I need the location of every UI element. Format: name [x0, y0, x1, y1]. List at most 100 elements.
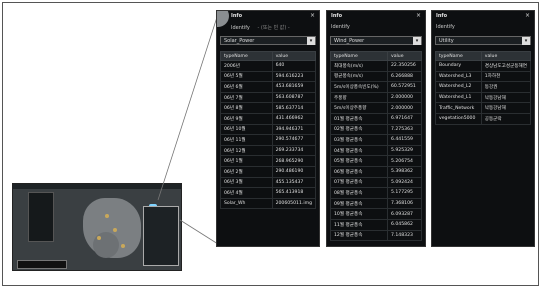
- value-cell: 290.574677: [271, 134, 317, 146]
- map-highlight-spot: [105, 214, 109, 218]
- info-panel-wind: Info × Identify Wind_Power ▾ typeName va…: [326, 10, 426, 247]
- identify-label: Identify: [436, 24, 455, 30]
- table-row[interactable]: 08월 평균풍속 5.177295: [330, 187, 422, 199]
- table-row[interactable]: vegetation5000 공동군락: [435, 112, 532, 125]
- layer-select[interactable]: Wind_Power ▾: [330, 36, 422, 45]
- panel-title: Info: [331, 13, 343, 19]
- chevron-down-icon[interactable]: ▾: [307, 37, 315, 45]
- table-row[interactable]: 05월 평균풍속 5.206754: [330, 155, 422, 167]
- close-icon[interactable]: ×: [525, 12, 530, 19]
- value-cell: 200605011.img: [271, 197, 317, 210]
- panel-title: Info: [436, 13, 448, 19]
- table-row[interactable]: 11월 평균풍속 6.045862: [330, 218, 422, 231]
- identify-label: Identify: [331, 24, 350, 30]
- map-view[interactable]: [12, 183, 182, 271]
- type-name-cell: 11월 평균풍속: [330, 218, 388, 231]
- table-row[interactable]: 평균풍속(m/s) 6.266888: [330, 70, 422, 83]
- type-name-cell: 2006년: [220, 60, 273, 72]
- table-row[interactable]: 06월 평균풍속 5.398362: [330, 165, 422, 178]
- table-row[interactable]: 5m/s이상풍속빈도(%) 60.572951: [330, 81, 422, 93]
- type-name-cell: 10월 평균풍속: [330, 208, 388, 220]
- table-row[interactable]: 02월 평균풍속 7.275363: [330, 123, 422, 136]
- map-highlight-spot: [97, 236, 101, 240]
- table-row[interactable]: 5m/s이상주풍향 2.000000: [330, 102, 422, 114]
- table-row[interactable]: 06년 11월 290.574677: [220, 134, 317, 146]
- table-row[interactable]: 09월 평균풍속 7.368106: [330, 197, 422, 210]
- type-name-cell: Solar_Wh: [220, 197, 273, 210]
- table-row[interactable]: 07월 평균풍속 5.092424: [330, 176, 422, 189]
- table-row[interactable]: Traffic_Network 낙동강남해: [435, 102, 532, 114]
- type-name-cell: 02월 평균풍속: [330, 123, 388, 136]
- table-row[interactable]: 최대풍속(m/s) 22.350256: [330, 60, 422, 72]
- chevron-down-icon[interactable]: ▾: [413, 37, 421, 45]
- column-header: value: [271, 51, 317, 61]
- table-row[interactable]: 03월 평균풍속 6.441559: [330, 134, 422, 146]
- table-row[interactable]: Watershed_L1 낙동강남해: [435, 91, 532, 104]
- type-name-cell: 06년 5월: [220, 70, 273, 83]
- table-row[interactable]: 06년 3월 455.135437: [220, 176, 317, 189]
- info-panel-utility: Info × Identify Utility ▾ typeName value…: [431, 10, 535, 247]
- value-cell: 6.045862: [387, 218, 422, 231]
- type-name-cell: 주풍향: [330, 91, 388, 104]
- attribute-table: typeName value Boundary 경상남도고성군동해면 Watersh…: [435, 51, 532, 125]
- table-row[interactable]: 12월 평균풍속 7.148323: [330, 229, 422, 242]
- table-row[interactable]: 06년 4월 565.413918: [220, 187, 317, 199]
- table-row[interactable]: Watershed_L2 동강권: [435, 81, 532, 93]
- table-row[interactable]: 06년 8월 585.637714: [220, 102, 317, 114]
- table-row[interactable]: 06년 6월 453.681659: [220, 81, 317, 93]
- table-row[interactable]: 06년 9월 431.466962: [220, 112, 317, 125]
- value-cell: 공동군락: [480, 112, 532, 125]
- table-row[interactable]: 06년 1월 268.965290: [220, 155, 317, 167]
- table-row[interactable]: Watershed_L3 1차하천: [435, 70, 532, 83]
- table-row[interactable]: 06년 10월 394.946371: [220, 123, 317, 136]
- type-name-cell: 06년 11월: [220, 134, 273, 146]
- table-body: 최대풍속(m/s) 22.350256 평균풍속(m/s) 6.266888 5m/s이…: [330, 60, 422, 242]
- table-row[interactable]: 06년 5월 594.616223: [220, 70, 317, 83]
- type-name-cell: 06년 6월: [220, 81, 273, 93]
- type-name-cell: Watershed_L1: [435, 91, 482, 104]
- value-cell: 6.093287: [387, 208, 422, 220]
- table-row[interactable]: 2006년 640: [220, 60, 317, 72]
- value-cell: 5.177295: [387, 187, 422, 199]
- info-panel-solar: Info × Identify - (또는 빈 값) - Solar_Power…: [216, 10, 320, 247]
- type-name-cell: vegetation5000: [435, 112, 482, 125]
- value-cell: 431.466962: [271, 112, 317, 125]
- map-toolbar: [13, 184, 181, 189]
- table-row[interactable]: Boundary 경상남도고성군동해면: [435, 60, 532, 72]
- value-cell: 453.681659: [271, 81, 317, 93]
- table-row[interactable]: 01월 평균풍속 6.971647: [330, 112, 422, 125]
- type-name-cell: 05월 평균풍속: [330, 155, 388, 167]
- column-header: typeName: [330, 51, 388, 61]
- chevron-down-icon[interactable]: ▾: [522, 37, 530, 45]
- layer-select-value: Utility: [439, 38, 454, 44]
- value-cell: 6.441559: [387, 134, 422, 146]
- table-body: Boundary 경상남도고성군동해면 Watershed_L3 1차하천 Waters…: [435, 60, 532, 125]
- type-name-cell: Traffic_Network: [435, 102, 482, 114]
- table-row[interactable]: 04월 평균풍속 5.925329: [330, 144, 422, 157]
- close-icon[interactable]: ×: [310, 12, 315, 19]
- type-name-cell: 06년 2월: [220, 165, 273, 178]
- table-row[interactable]: 06년 12월 269.233734: [220, 144, 317, 157]
- type-name-cell: Boundary: [435, 60, 482, 72]
- layer-select[interactable]: Utility ▾: [435, 36, 531, 45]
- value-cell: 1차하천: [480, 70, 532, 83]
- value-cell: 동강권: [480, 81, 532, 93]
- close-icon[interactable]: ×: [416, 12, 421, 19]
- table-row[interactable]: 06년 7월 563.608787: [220, 91, 317, 104]
- map-highlight-spot: [121, 244, 125, 248]
- value-cell: 5.092424: [387, 176, 422, 189]
- value-cell: 394.946371: [271, 123, 317, 136]
- table-row[interactable]: 주풍향 2.000000: [330, 91, 422, 104]
- table-row[interactable]: 06년 2월 290.486190: [220, 165, 317, 178]
- type-name-cell: 5m/s이상주풍향: [330, 102, 388, 114]
- map-info-panel[interactable]: [143, 206, 179, 266]
- layer-select[interactable]: Solar_Power ▾: [220, 36, 316, 45]
- value-cell: 22.350256: [387, 60, 422, 72]
- value-cell: 5.398362: [387, 165, 422, 178]
- value-cell: 585.637714: [271, 102, 317, 114]
- value-cell: 7.148323: [387, 229, 422, 242]
- map-layer-panel[interactable]: [28, 192, 54, 242]
- table-row[interactable]: Solar_Wh 200605011.img: [220, 197, 317, 210]
- value-cell: 290.486190: [271, 165, 317, 178]
- table-row[interactable]: 10월 평균풍속 6.093287: [330, 208, 422, 220]
